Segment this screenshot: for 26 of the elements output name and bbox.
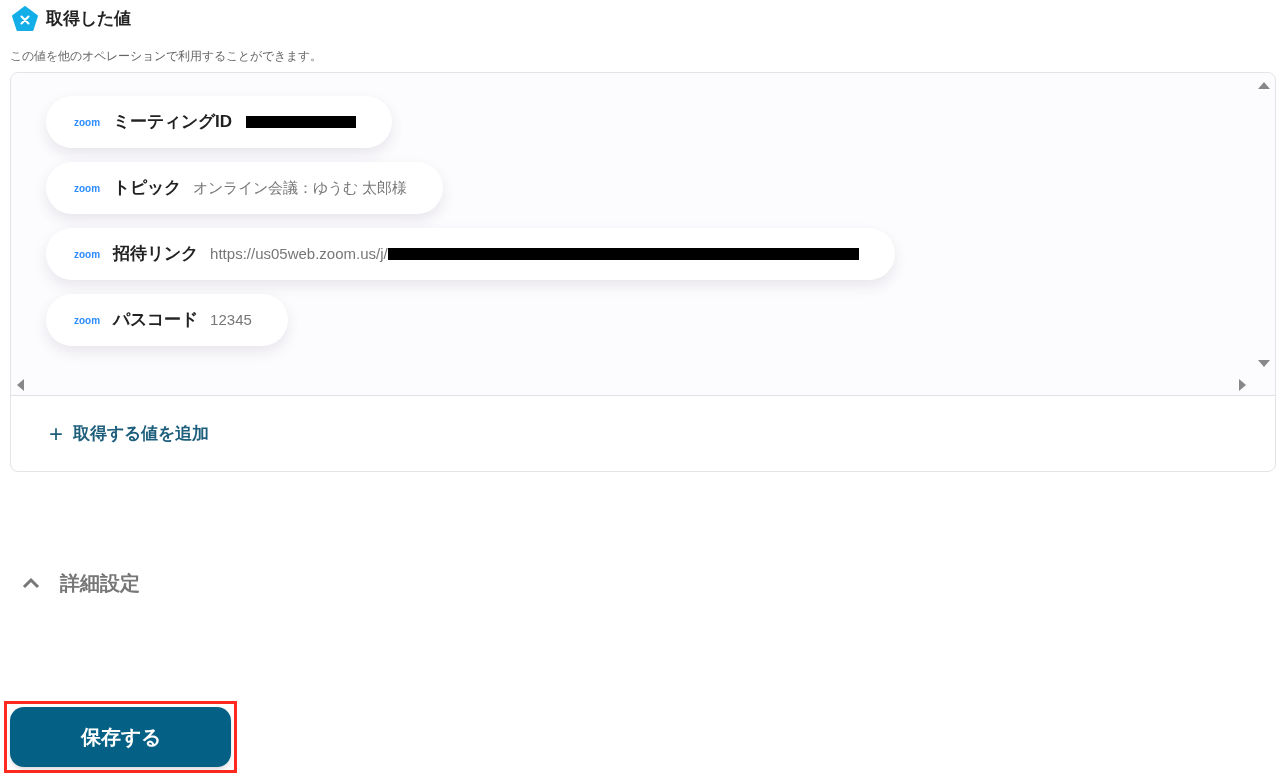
source-logo: zoom (74, 115, 101, 130)
source-logo: zoom (74, 247, 101, 262)
scroll-up-icon[interactable] (1258, 81, 1270, 89)
value-text: https://us05web.zoom.us/j/ (210, 243, 388, 264)
app-logo-icon (12, 6, 38, 32)
value-chip[interactable]: zoom トピック オンライン会議：ゆうむ 太郎様 (46, 162, 444, 214)
value-chip[interactable]: zoom パスコード 12345 (46, 294, 288, 346)
value-text: オンライン会議：ゆうむ 太郎様 (193, 177, 408, 198)
scroll-right-icon[interactable] (1239, 379, 1247, 391)
value-chip[interactable]: zoom 招待リンク https://us05web.zoom.us/j/ (46, 228, 895, 280)
value-label: パスコード (113, 309, 199, 332)
value-chip[interactable]: zoom ミーティングID (46, 96, 393, 148)
add-value-button[interactable]: + 取得する値を追加 (49, 421, 209, 447)
value-label: トピック (113, 177, 182, 200)
section-title: 取得した値 (46, 8, 131, 31)
source-logo: zoom (74, 313, 101, 328)
source-logo: zoom (74, 181, 101, 196)
save-button[interactable]: 保存する (10, 707, 231, 767)
value-label: ミーティングID (113, 111, 233, 134)
section-description: この値を他のオペレーションで利用することができます。 (10, 48, 323, 64)
plus-icon: + (49, 423, 63, 444)
scroll-left-icon[interactable] (16, 379, 24, 391)
scroll-down-icon[interactable] (1258, 360, 1270, 368)
value-text: 12345 (210, 309, 252, 330)
value-label: 招待リンク (113, 243, 199, 266)
advanced-settings-toggle[interactable]: 詳細設定 (22, 568, 140, 598)
